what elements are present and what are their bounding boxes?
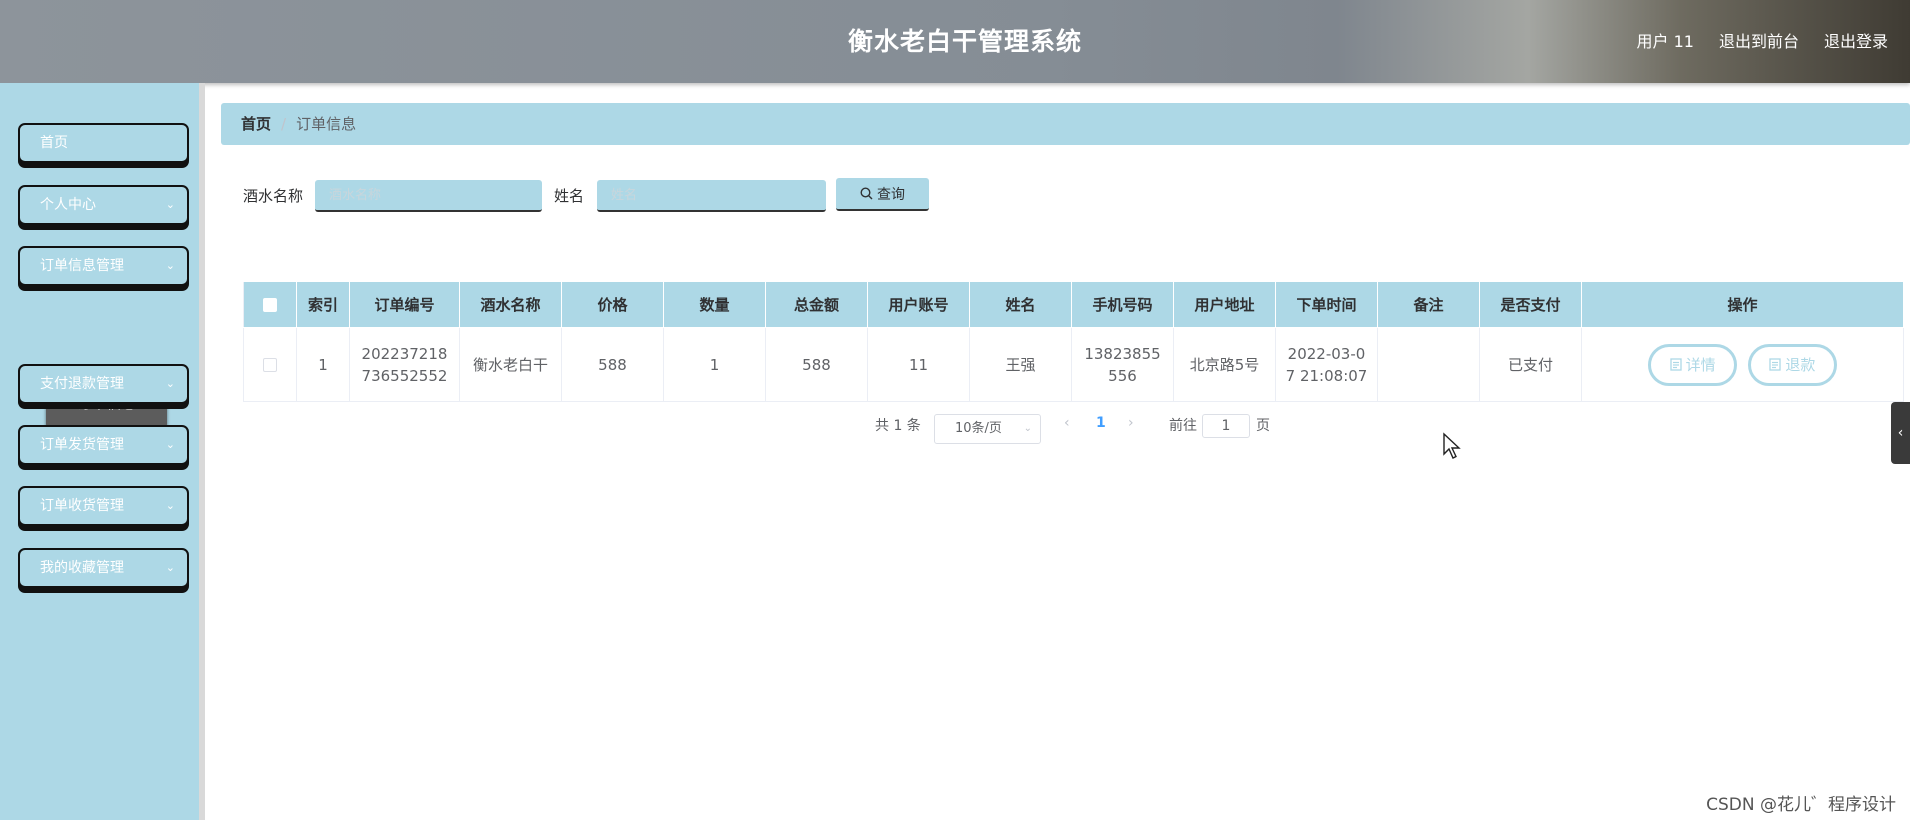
- column-header: 索引: [296, 281, 350, 328]
- column-header: 价格: [561, 281, 664, 328]
- detail-button-label: 详情: [1685, 355, 1716, 374]
- customer-name-label: 姓名: [554, 187, 585, 205]
- column-header: 下单时间: [1275, 281, 1378, 328]
- chevron-down-icon: ⌄: [165, 259, 175, 272]
- page-size-select[interactable]: 10条/页 ⌄: [934, 414, 1041, 444]
- sidebar-item-favorites[interactable]: 我的收藏管理 ⌄: [18, 548, 189, 588]
- back-to-front-link[interactable]: 退出到前台: [1719, 28, 1799, 52]
- customer-name-input[interactable]: [597, 180, 826, 212]
- header-actions: 用户 11 退出到前台 退出登录: [1637, 28, 1888, 52]
- column-header: 用户地址: [1173, 281, 1276, 328]
- detail-button[interactable]: 详情: [1648, 343, 1738, 386]
- column-header: 姓名: [969, 281, 1072, 328]
- cell-paid-status: 已支付: [1479, 327, 1582, 402]
- search-button-label: 查询: [877, 186, 905, 203]
- sidebar-item-order-shipping[interactable]: 订单发货管理 ⌄: [18, 425, 189, 465]
- column-header: 总金额: [765, 281, 868, 328]
- sidebar-item-order-info-management[interactable]: 订单信息管理 ⌄: [18, 246, 189, 286]
- breadcrumb-home[interactable]: 首页: [241, 115, 271, 133]
- cell-price: 588: [561, 327, 664, 402]
- sidebar-item-label: 我的收藏管理: [40, 560, 124, 576]
- chevron-down-icon: ⌄: [165, 561, 175, 574]
- cell-account: 11: [867, 327, 970, 402]
- goto-prefix: 前往: [1169, 418, 1197, 434]
- logout-link[interactable]: 退出登录: [1824, 28, 1888, 52]
- refund-button[interactable]: 退款: [1747, 343, 1837, 386]
- column-header: 是否支付: [1479, 281, 1582, 328]
- select-all-checkbox[interactable]: [263, 298, 277, 312]
- search-icon: [860, 186, 873, 199]
- search-button[interactable]: 查询: [836, 178, 929, 211]
- refund-button-label: 退款: [1785, 355, 1816, 374]
- mouse-cursor-icon: [1443, 432, 1461, 459]
- column-header: 酒水名称: [459, 281, 562, 328]
- sidebar-item-personal-center[interactable]: 个人中心 ⌄: [18, 185, 189, 225]
- cell-total: 588: [765, 327, 868, 402]
- column-header: 备注: [1377, 281, 1480, 328]
- page-size-value: 10条/页: [955, 421, 1002, 436]
- column-header: 用户账号: [867, 281, 970, 328]
- chevron-down-icon: ⌄: [165, 377, 175, 390]
- sidebar-item-label: 支付退款管理: [40, 376, 124, 392]
- watermark: CSDN @花儿゛程序设计: [1706, 795, 1896, 815]
- wine-name-label: 酒水名称: [243, 187, 304, 205]
- column-header: 手机号码: [1071, 281, 1174, 328]
- top-header: 衡水老白干管理系统 用户 11 退出到前台 退出登录: [0, 0, 1910, 83]
- collapse-panel-tab[interactable]: ‹: [1891, 402, 1910, 464]
- chevron-down-icon: ⌄: [165, 499, 175, 512]
- order-table: 索引 订单编号 酒水名称 价格 数量 总金额 用户账号 姓名 手机号码 用户地址…: [243, 281, 1904, 402]
- cell-address: 北京路5号: [1173, 327, 1276, 402]
- column-header: 订单编号: [349, 281, 460, 328]
- select-all-cell: [243, 281, 297, 328]
- sidebar-item-label: 订单收货管理: [40, 498, 124, 514]
- breadcrumb-separator: /: [281, 115, 287, 133]
- system-title: 衡水老白干管理系统: [847, 27, 1082, 56]
- cell-order-no: 202237218736552552: [349, 327, 460, 402]
- cell-operations: 详情 退款: [1581, 327, 1904, 402]
- cell-wine-name: 衡水老白干: [459, 327, 562, 402]
- wine-name-input[interactable]: [315, 180, 542, 212]
- cell-name: 王强: [969, 327, 1072, 402]
- document-icon: [1769, 357, 1782, 371]
- sidebar-item-label: 订单信息管理: [40, 258, 124, 274]
- cell-quantity: 1: [663, 327, 766, 402]
- document-icon: [1669, 357, 1682, 371]
- current-user: 用户 11: [1636, 32, 1694, 51]
- breadcrumb-current: 订单信息: [296, 115, 357, 133]
- sidebar-item-label: 订单发货管理: [40, 437, 124, 453]
- breadcrumb: 首页 / 订单信息: [221, 103, 1910, 145]
- sidebar-item-label: 个人中心: [40, 197, 96, 213]
- column-header: 数量: [663, 281, 766, 328]
- column-header: 操作: [1581, 281, 1904, 328]
- chevron-down-icon: ⌄: [1023, 423, 1032, 434]
- cell-note: [1377, 327, 1480, 402]
- chevron-down-icon: ⌄: [165, 198, 175, 211]
- page-number-current[interactable]: 1: [1096, 415, 1106, 431]
- table-row: 1 202237218736552552 衡水老白干 588 1 588 11 …: [243, 327, 1904, 402]
- pagination-total: 共 1 条: [875, 418, 921, 434]
- cell-phone: 13823855556: [1071, 327, 1174, 402]
- goto-suffix: 页: [1256, 418, 1270, 434]
- goto-page-input[interactable]: 1: [1202, 414, 1250, 438]
- sidebar-item-label: 首页: [40, 135, 68, 151]
- table-header-row: 索引 订单编号 酒水名称 价格 数量 总金额 用户账号 姓名 手机号码 用户地址…: [243, 281, 1904, 328]
- row-select-cell: [243, 327, 297, 402]
- sidebar-item-home[interactable]: 首页: [18, 123, 189, 163]
- chevron-down-icon: ⌄: [165, 438, 175, 451]
- sidebar-item-payment-refund[interactable]: 支付退款管理 ⌄: [18, 364, 189, 404]
- sidebar-item-order-receiving[interactable]: 订单收货管理 ⌄: [18, 486, 189, 526]
- row-checkbox[interactable]: [263, 358, 277, 372]
- cell-order-time: 2022-03-07 21:08:07: [1275, 327, 1378, 402]
- cell-index: 1: [296, 327, 350, 402]
- sidebar: 首页 个人中心 ⌄ 订单信息管理 ⌄ 订单信息 支付退款管理 ⌄ 订单发货管理 …: [0, 83, 205, 820]
- next-page-button[interactable]: ›: [1128, 415, 1134, 431]
- prev-page-button[interactable]: ‹: [1064, 415, 1070, 431]
